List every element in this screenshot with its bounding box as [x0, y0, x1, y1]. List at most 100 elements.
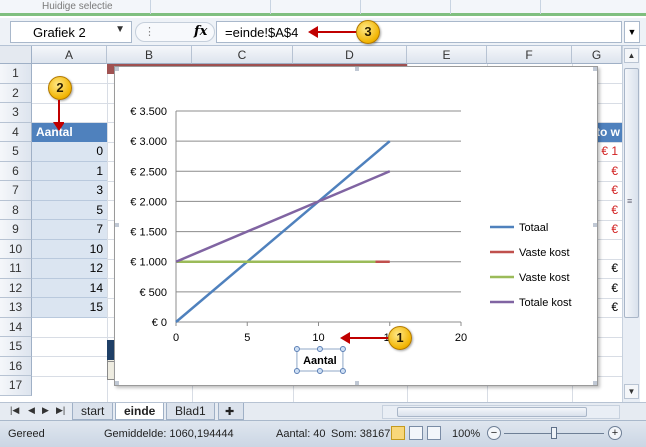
horizontal-scrollbar[interactable]: [382, 405, 620, 419]
chart-resize-handle[interactable]: [355, 381, 359, 385]
page-break-view-icon[interactable]: [427, 426, 441, 440]
scroll-up-button[interactable]: ▲: [624, 48, 639, 63]
more-icon[interactable]: ⋮: [144, 25, 155, 38]
status-count: Aantal: 40: [276, 428, 326, 440]
column-header-c[interactable]: C: [192, 46, 293, 64]
last-sheet-icon[interactable]: ▶|: [56, 405, 65, 416]
callout-badge-2: 2: [48, 76, 72, 100]
y-tick-label: € 2.500: [130, 166, 167, 178]
row-header[interactable]: 10: [0, 239, 32, 259]
new-sheet-icon: ✚: [225, 406, 235, 418]
cell-a10[interactable]: 10: [32, 239, 107, 259]
chart-resize-handle[interactable]: [593, 67, 597, 71]
x-axis-title-handle[interactable]: [293, 346, 300, 352]
tab-blad1[interactable]: Blad1: [166, 403, 215, 420]
row-header[interactable]: 16: [0, 356, 32, 376]
cell-a6[interactable]: 1: [32, 161, 107, 181]
zoom-in-icon[interactable]: +: [608, 426, 622, 440]
chart-resize-handle[interactable]: [115, 67, 119, 71]
cell-a7[interactable]: 3: [32, 181, 107, 201]
ribbon-strip: Huidige selectie: [0, 0, 646, 16]
x-axis-title-handle[interactable]: [293, 368, 300, 374]
page-layout-view-icon[interactable]: [409, 426, 423, 440]
series-line-3[interactable]: [175, 170, 391, 263]
column-header-e[interactable]: E: [407, 46, 487, 64]
y-tick-label: € 500: [139, 287, 167, 299]
chart-resize-handle[interactable]: [115, 381, 119, 385]
zoom-slider-handle[interactable]: [551, 427, 557, 439]
row-header[interactable]: 1: [0, 64, 32, 84]
legend-entry[interactable]: Totaal: [519, 222, 548, 234]
row-header[interactable]: 11: [0, 259, 32, 279]
column-header-g[interactable]: G: [572, 46, 622, 64]
select-all-corner[interactable]: [0, 46, 32, 64]
vertical-scrollbar[interactable]: ▲ ≡ ▼: [622, 46, 640, 402]
column-header-d[interactable]: D: [293, 46, 407, 64]
cell-a13[interactable]: 15: [32, 298, 107, 318]
y-tick-label: € 1.000: [130, 257, 167, 269]
first-sheet-icon[interactable]: |◀: [10, 405, 19, 416]
y-tick-label: € 0: [152, 317, 167, 329]
chart-resize-handle[interactable]: [593, 381, 597, 385]
horizontal-scroll-thumb[interactable]: [397, 407, 587, 417]
status-average: Gemiddelde: 1060,194444: [104, 428, 234, 440]
scroll-down-button[interactable]: ▼: [624, 384, 639, 399]
cell-a8[interactable]: 5: [32, 200, 107, 220]
row-header[interactable]: 2: [0, 83, 32, 103]
status-bar: Gereed Gemiddelde: 1060,194444 Aantal: 4…: [0, 420, 646, 447]
row-header[interactable]: 13: [0, 298, 32, 318]
callout-arrow-1: [340, 332, 388, 344]
x-tick-label: 5: [244, 332, 250, 344]
row-header[interactable]: 6: [0, 161, 32, 181]
row-header[interactable]: 14: [0, 317, 32, 337]
column-header-a[interactable]: A: [32, 46, 107, 64]
x-axis-title[interactable]: Aantal: [303, 355, 337, 367]
row-header[interactable]: 3: [0, 103, 32, 123]
x-axis-title-handle[interactable]: [316, 368, 323, 374]
legend-entry[interactable]: Totale kost: [519, 297, 572, 309]
legend-entry[interactable]: Vaste kost: [519, 272, 570, 284]
tab-start[interactable]: start: [72, 403, 114, 420]
scroll-thumb[interactable]: [624, 68, 639, 318]
row-header[interactable]: 5: [0, 142, 32, 162]
worksheet-grid[interactable]: A B C D E F G 1 2 3 4 5 6 7 8 9 10 11 12…: [0, 46, 646, 402]
chart-resize-handle[interactable]: [355, 67, 359, 71]
chart-resize-handle[interactable]: [593, 223, 597, 227]
zoom-level[interactable]: 100%: [452, 428, 480, 440]
row-header[interactable]: 17: [0, 376, 32, 396]
y-tick-label: € 3.500: [130, 106, 167, 118]
insert-function-icon[interactable]: fx: [194, 24, 207, 39]
name-box[interactable]: Grafiek 2 ▼: [10, 21, 132, 43]
cell-a5[interactable]: 0: [32, 142, 107, 162]
x-axis-title-handle[interactable]: [339, 368, 346, 374]
next-sheet-icon[interactable]: ▶: [42, 405, 49, 416]
x-tick-label: 0: [173, 332, 179, 344]
column-header-b[interactable]: B: [107, 46, 192, 64]
row-header[interactable]: 15: [0, 337, 32, 357]
row-header[interactable]: 7: [0, 181, 32, 201]
legend-entry[interactable]: Vaste kost: [519, 247, 570, 259]
cell-a11[interactable]: 12: [32, 259, 107, 279]
chevron-down-icon[interactable]: ▼: [115, 24, 125, 35]
chart-resize-handle[interactable]: [115, 223, 119, 227]
callout-arrow-3: [308, 26, 356, 38]
ribbon-selection-label[interactable]: Huidige selectie: [42, 1, 113, 12]
cell-a12[interactable]: 14: [32, 278, 107, 298]
tab-einde[interactable]: einde: [115, 403, 165, 420]
cell-a9[interactable]: 7: [32, 220, 107, 240]
sheet-tabs-bar: |◀ ◀ ▶ ▶| start einde Blad1 ✚: [0, 402, 646, 420]
row-header[interactable]: 9: [0, 220, 32, 240]
x-axis-title-handle[interactable]: [316, 346, 323, 352]
column-header-f[interactable]: F: [487, 46, 572, 64]
row-header[interactable]: 12: [0, 278, 32, 298]
row-header[interactable]: 4: [0, 122, 32, 142]
row-header[interactable]: 8: [0, 200, 32, 220]
name-box-value: Grafiek 2: [33, 25, 86, 40]
new-sheet-button[interactable]: ✚: [218, 403, 244, 420]
y-tick-label: € 3.000: [130, 136, 167, 148]
zoom-out-icon[interactable]: −: [487, 426, 501, 440]
formula-input[interactable]: =einde!$A$4: [216, 21, 622, 43]
expand-formula-bar-button[interactable]: ▼: [624, 21, 640, 43]
prev-sheet-icon[interactable]: ◀: [28, 405, 35, 416]
normal-view-icon[interactable]: [391, 426, 405, 440]
